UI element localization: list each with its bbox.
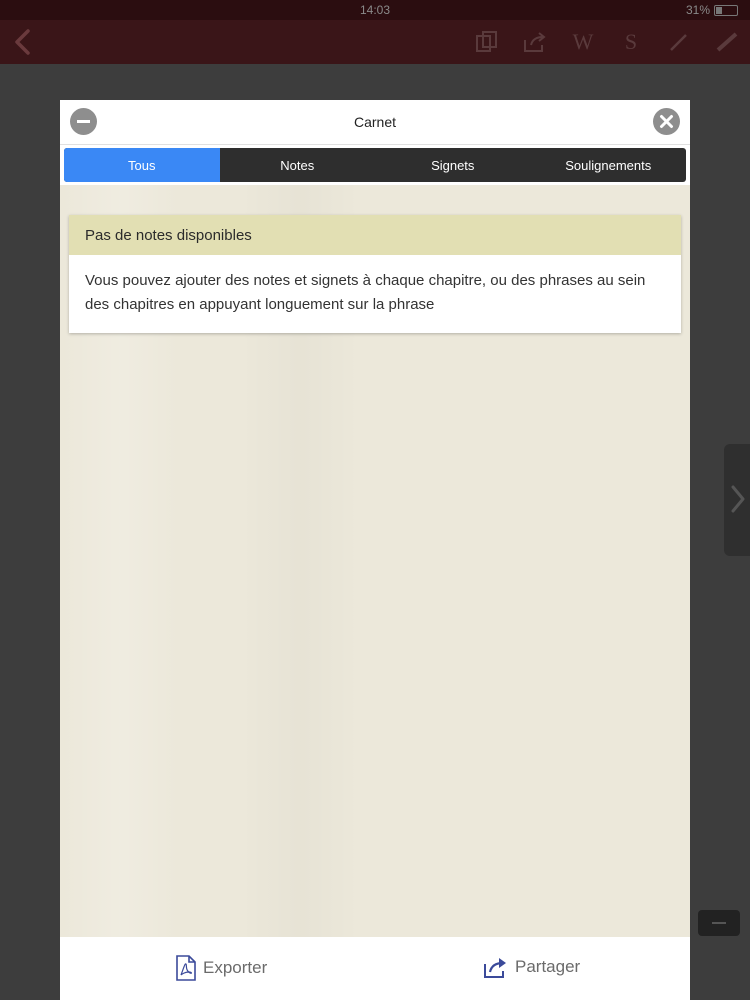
chevron-right-icon — [731, 485, 745, 513]
close-circle-icon — [660, 115, 673, 128]
share-icon[interactable] — [522, 30, 548, 54]
chevron-left-icon — [15, 29, 30, 55]
status-bar: 14:03 31% — [0, 0, 750, 20]
segmented-control: Tous Notes Signets Soulignements — [64, 148, 686, 182]
modal-title: Carnet — [353, 114, 397, 130]
modal-footer: Exporter Partager — [60, 937, 690, 1000]
pen-icon[interactable] — [666, 30, 692, 54]
copy-icon[interactable] — [474, 30, 500, 54]
app-toolbar: W S — [0, 20, 750, 64]
empty-state-heading: Pas de notes disponibles — [69, 215, 681, 255]
empty-state-card: Pas de notes disponibles Vous pouvez ajo… — [69, 215, 681, 333]
tab-tous[interactable]: Tous — [64, 148, 220, 182]
share-arrow-icon — [484, 958, 506, 978]
tab-notes[interactable]: Notes — [220, 148, 376, 182]
status-battery: 31% — [686, 3, 738, 17]
status-time: 14:03 — [359, 3, 391, 17]
pdf-document-icon — [176, 955, 196, 981]
tab-soulignements[interactable]: Soulignements — [531, 148, 687, 182]
settings-icon[interactable] — [714, 30, 740, 54]
export-label: Exporter — [203, 958, 268, 977]
next-page-button[interactable] — [724, 444, 750, 556]
notes-list-area[interactable]: Pas de notes disponibles Vous pouvez ajo… — [60, 185, 690, 937]
export-button[interactable]: Exporter — [175, 955, 267, 981]
close-button[interactable] — [653, 108, 680, 135]
menu-button[interactable] — [698, 910, 740, 936]
back-button[interactable] — [12, 28, 36, 56]
battery-percent: 31% — [685, 3, 710, 17]
modal-header: Carnet — [60, 100, 690, 145]
share-label: Partager — [515, 957, 581, 976]
battery-icon — [714, 4, 738, 16]
search-engine-icon[interactable]: S — [618, 30, 644, 54]
wikipedia-icon[interactable]: W — [570, 30, 596, 54]
share-button[interactable]: Partager — [483, 955, 580, 979]
empty-state-message: Vous pouvez ajouter des notes et signets… — [85, 272, 646, 313]
tab-signets[interactable]: Signets — [375, 148, 531, 182]
notebook-modal: Carnet Tous Notes Signets Soulignements … — [60, 100, 690, 1000]
tab-bar: Tous Notes Signets Soulignements — [60, 145, 690, 186]
